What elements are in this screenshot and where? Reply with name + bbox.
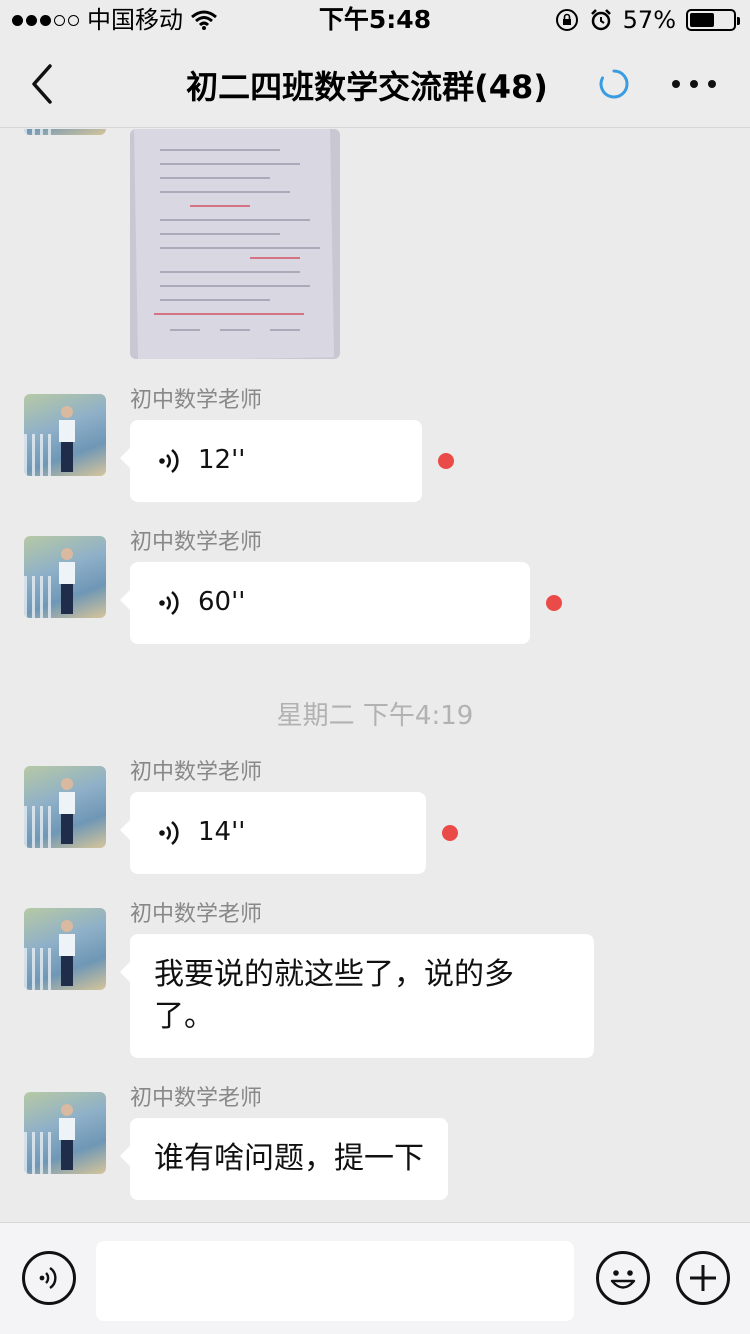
voice-duration: 14'' — [198, 817, 246, 847]
voice-message[interactable]: 14'' — [120, 792, 426, 874]
avatar[interactable] — [24, 1092, 106, 1174]
voice-duration: 60'' — [198, 587, 246, 617]
avatar[interactable] — [24, 908, 106, 990]
sender-name: 初中数学老师 — [130, 1086, 263, 1111]
unread-dot — [546, 595, 562, 611]
avatar[interactable] — [24, 766, 106, 848]
text-message[interactable]: 我要说的就这些了，说的多了。 — [120, 934, 594, 1058]
avatar[interactable] — [24, 394, 106, 476]
emoji-button[interactable] — [596, 1251, 650, 1305]
voice-input-button[interactable] — [22, 1251, 76, 1305]
message-input[interactable] — [96, 1241, 574, 1321]
chat-title: 初二四班数学交流群(48) — [186, 68, 548, 106]
more-icon[interactable] — [672, 68, 716, 100]
avatar[interactable] — [24, 129, 106, 135]
add-icon — [690, 1265, 716, 1291]
chat-area[interactable]: 初中数学老师 12'' 初中数学老师 60'' 星期二 下午4:19 初中数学老… — [0, 129, 750, 1222]
input-bar — [0, 1222, 750, 1334]
voice-duration: 12'' — [198, 445, 246, 475]
voice-icon — [159, 820, 179, 846]
status-bar: 中国移动 下午5:48 57% — [0, 0, 750, 40]
voice-icon — [159, 590, 179, 616]
status-right: 57% — [555, 0, 740, 40]
sender-name: 初中数学老师 — [130, 388, 263, 413]
lock-rotation-icon — [555, 9, 578, 31]
unread-dot — [442, 825, 458, 841]
image-message[interactable] — [130, 129, 340, 359]
voice-message[interactable]: 12'' — [120, 420, 422, 502]
unread-dot — [438, 453, 454, 469]
battery-percent: 57% — [622, 6, 676, 34]
nav-bar: 初二四班数学交流群(48) — [0, 40, 750, 128]
sender-name: 初中数学老师 — [130, 902, 263, 927]
sender-name: 初中数学老师 — [130, 760, 263, 785]
sender-name: 初中数学老师 — [130, 530, 263, 555]
emoji-icon — [610, 1270, 636, 1289]
voice-icon — [39, 1267, 57, 1289]
text-message[interactable]: 谁有啥问题，提一下 — [120, 1118, 448, 1200]
add-button[interactable] — [676, 1251, 730, 1305]
loading-spinner-icon — [599, 69, 629, 99]
battery-level — [690, 13, 714, 27]
voice-message[interactable]: 60'' — [120, 562, 530, 644]
battery-icon — [686, 9, 740, 31]
time-separator: 星期二 下午4:19 — [276, 701, 474, 731]
alarm-icon — [590, 9, 611, 31]
voice-icon — [159, 448, 179, 474]
avatar[interactable] — [24, 536, 106, 618]
